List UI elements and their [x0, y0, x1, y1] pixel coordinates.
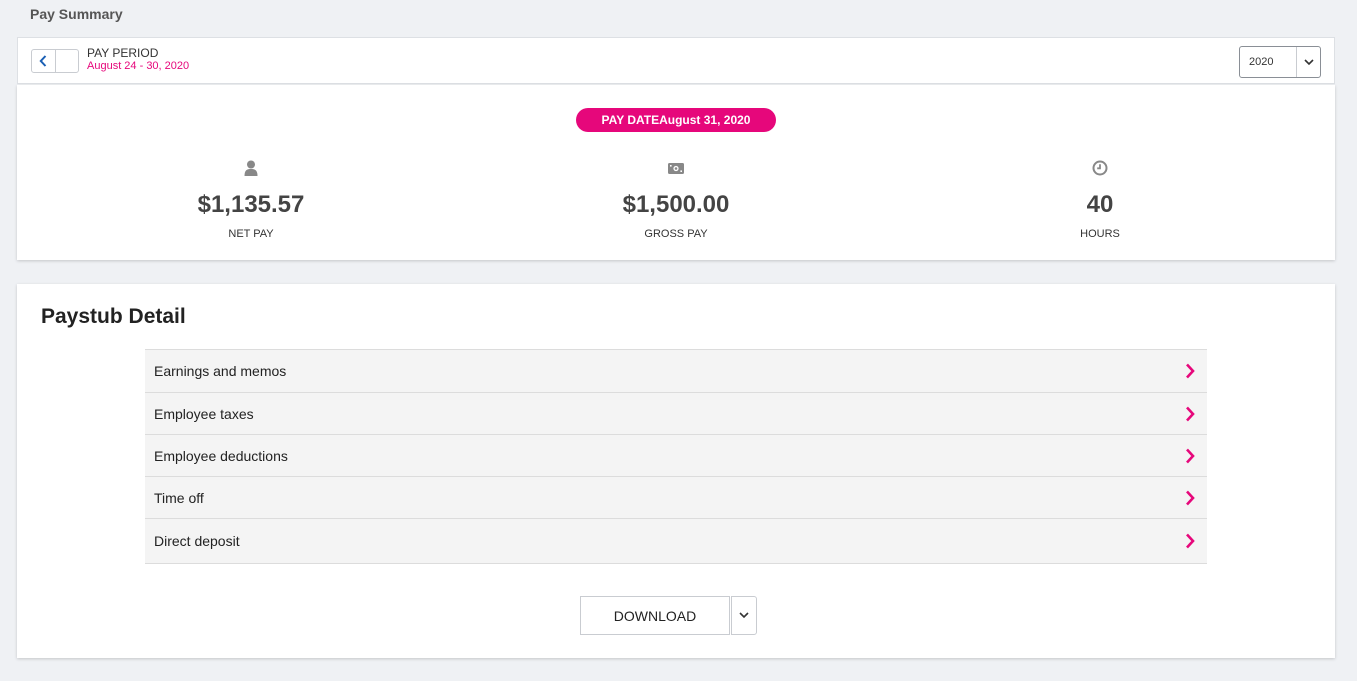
chevron-right-icon [1186, 490, 1195, 505]
year-dropdown-toggle[interactable] [1296, 47, 1320, 77]
chevron-down-icon [1303, 58, 1314, 65]
chevron-right-icon [1186, 406, 1195, 421]
period-nav [31, 49, 79, 73]
chevron-right-icon [1186, 448, 1195, 463]
pay-date-label: PAY DATE [601, 113, 660, 127]
download-options-button[interactable] [731, 596, 757, 635]
net-pay-label: NET PAY [228, 228, 274, 240]
detail-row-employee-deductions[interactable]: Employee deductions [145, 434, 1207, 476]
pay-period-bar: PAY PERIOD August 24 - 30, 2020 2020 [17, 37, 1335, 84]
gross-pay-metric: $1,500.00 GROSS PAY [556, 157, 796, 240]
net-pay-metric: $1,135.57 NET PAY [131, 157, 371, 240]
chevron-left-icon [39, 55, 47, 67]
detail-row-label: Employee taxes [154, 405, 254, 422]
cash-icon [668, 162, 684, 174]
summary-card: PAY DATE August 31, 2020 $1,135.57 NET P… [17, 85, 1335, 260]
detail-row-employee-taxes[interactable]: Employee taxes [145, 392, 1207, 434]
pay-period-label: PAY PERIOD [87, 46, 159, 60]
download-button[interactable]: DOWNLOAD [580, 596, 730, 635]
paystub-detail-title: Paystub Detail [41, 305, 186, 328]
net-pay-value: $1,135.57 [197, 191, 305, 218]
chevron-right-icon [1186, 363, 1195, 379]
detail-row-earnings-and-memos[interactable]: Earnings and memos [145, 350, 1207, 392]
chevron-down-icon [739, 612, 749, 619]
year-value: 2020 [1249, 56, 1274, 68]
hours-metric: 40 HOURS [980, 157, 1220, 240]
detail-row-label: Time off [154, 489, 204, 506]
hours-value: 40 [1086, 191, 1114, 218]
paystub-detail-list: Earnings and memos Employee taxes Employ… [145, 349, 1207, 564]
gross-pay-label: GROSS PAY [644, 228, 708, 240]
gross-pay-value: $1,500.00 [622, 191, 730, 218]
pay-date-badge: PAY DATE August 31, 2020 [576, 108, 776, 132]
detail-row-label: Earnings and memos [154, 363, 287, 379]
previous-period-button[interactable] [32, 50, 55, 72]
page-title: Pay Summary [30, 6, 123, 22]
paystub-detail-card: Paystub Detail Earnings and memos Employ… [17, 284, 1335, 658]
detail-row-label: Direct deposit [154, 533, 240, 549]
person-icon [244, 160, 258, 176]
download-group: DOWNLOAD [580, 596, 757, 635]
detail-row-time-off[interactable]: Time off [145, 476, 1207, 518]
pay-date-value: August 31, 2020 [659, 113, 751, 127]
detail-row-label: Employee deductions [154, 447, 288, 464]
clock-icon [1092, 160, 1108, 176]
detail-row-direct-deposit[interactable]: Direct deposit [145, 518, 1207, 563]
year-select[interactable]: 2020 [1239, 46, 1321, 78]
chevron-right-icon [1186, 533, 1195, 549]
next-period-button[interactable] [54, 50, 78, 72]
hours-label: HOURS [1080, 228, 1120, 240]
pay-period-range: August 24 - 30, 2020 [87, 60, 190, 72]
